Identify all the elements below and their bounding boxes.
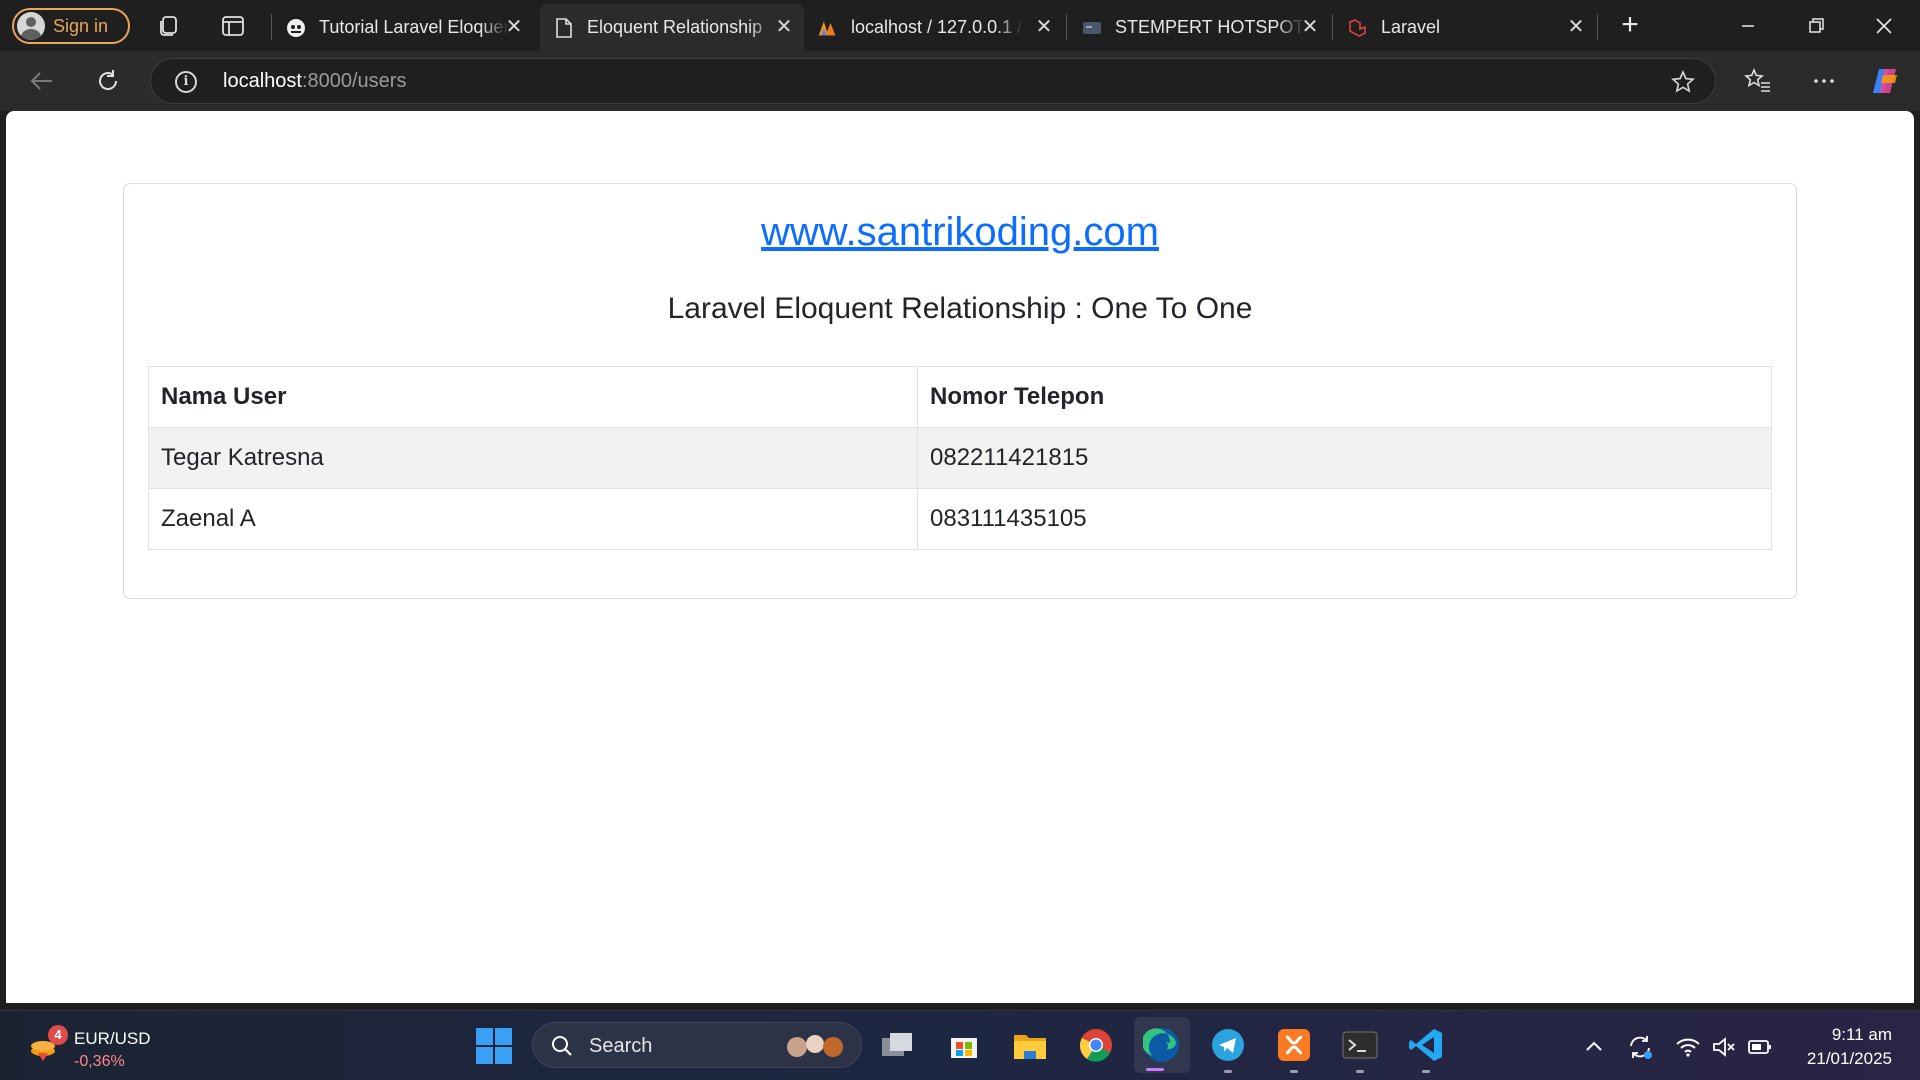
notification-badge: 4 bbox=[48, 1025, 68, 1045]
close-tab-icon[interactable]: ✕ bbox=[504, 17, 524, 37]
search-highlight-icon bbox=[787, 1035, 843, 1057]
tab-phpmyadmin[interactable]: localhost / 127.0.0.1 / ✕ bbox=[804, 4, 1064, 51]
tab-laravel[interactable]: Laravel ✕ bbox=[1334, 4, 1596, 51]
search-icon bbox=[552, 1036, 572, 1056]
tab-tutorial-laravel[interactable]: Tutorial Laravel Eloquent Relationship ✕ bbox=[272, 4, 534, 51]
tab-eloquent-relationship[interactable]: Eloquent Relationship ✕ bbox=[540, 4, 804, 51]
wifi-icon[interactable] bbox=[1674, 1033, 1702, 1061]
new-tab-icon[interactable]: + bbox=[1614, 10, 1646, 42]
tab-title: Eloquent Relationship bbox=[587, 17, 763, 37]
clock-date: 21/01/2025 bbox=[1806, 1049, 1892, 1068]
workspaces-icon[interactable] bbox=[156, 13, 182, 39]
xampp-icon[interactable] bbox=[1274, 1025, 1314, 1073]
table-row: Tegar Katresna 082211421815 bbox=[148, 427, 1772, 489]
copilot-icon[interactable] bbox=[1870, 65, 1902, 97]
cell-nomor-telepon: 083111435105 bbox=[917, 488, 1772, 550]
forex-pair-label: EUR/USD bbox=[74, 1029, 151, 1048]
tab-title: STEMPERT HOTSPOT bbox=[1115, 17, 1305, 37]
close-tab-icon[interactable]: ✕ bbox=[1300, 17, 1320, 37]
users-table: Nama User Nomor Telepon Tegar Katresna 0… bbox=[148, 366, 1772, 550]
cell-nama-user: Zaenal A bbox=[148, 488, 918, 550]
tab-title: Laravel bbox=[1381, 17, 1441, 37]
close-tab-icon[interactable]: ✕ bbox=[1566, 17, 1586, 37]
tab-title: Tutorial Laravel Eloquent Relationship bbox=[319, 17, 509, 37]
page-title: Laravel Eloquent Relationship : One To O… bbox=[667, 292, 1253, 325]
site-link[interactable]: www.santrikoding.com bbox=[124, 210, 1796, 255]
table-row: Zaenal A 083111435105 bbox=[148, 488, 1772, 550]
refresh-icon[interactable] bbox=[92, 65, 124, 97]
page-icon bbox=[554, 17, 574, 38]
browser-toolbar: i localhost:8000/users bbox=[0, 51, 1920, 111]
address-bar[interactable]: i localhost:8000/users bbox=[150, 58, 1716, 104]
page-viewport: www.santrikoding.com Laravel Eloquent Re… bbox=[6, 111, 1914, 1003]
edge-icon[interactable] bbox=[1134, 1017, 1190, 1073]
laravel-icon bbox=[1348, 18, 1368, 38]
cell-nomor-telepon: 082211421815 bbox=[917, 427, 1772, 489]
cell-nama-user: Tegar Katresna bbox=[148, 427, 918, 489]
content-card: www.santrikoding.com Laravel Eloquent Re… bbox=[123, 183, 1797, 599]
chrome-icon[interactable] bbox=[1076, 1025, 1116, 1065]
favorites-icon[interactable] bbox=[1742, 65, 1774, 97]
table-header-row: Nama User Nomor Telepon bbox=[148, 366, 1772, 428]
profile-avatar-icon bbox=[17, 12, 45, 40]
forex-widget[interactable]: 4 EUR/USD -0,36% bbox=[26, 1019, 196, 1073]
task-view-icon[interactable] bbox=[878, 1025, 918, 1065]
sign-in-label: Sign in bbox=[53, 15, 109, 36]
more-options-icon[interactable] bbox=[1808, 65, 1840, 97]
tab-strip: Sign in Tutorial Laravel Eloquent Relati… bbox=[0, 0, 1920, 51]
system-clock[interactable]: 9:11 am 21/01/2025 bbox=[1807, 1023, 1892, 1071]
restore-icon[interactable] bbox=[1796, 8, 1836, 44]
show-hidden-icons-icon[interactable] bbox=[1580, 1033, 1608, 1061]
phpmyadmin-icon bbox=[818, 18, 838, 38]
search-label: Search bbox=[589, 1035, 653, 1057]
clock-time: 9:11 am bbox=[1831, 1025, 1892, 1044]
terminal-icon[interactable] bbox=[1340, 1025, 1380, 1073]
windows-taskbar: 4 EUR/USD -0,36% Search 9:11 am 21/01/20… bbox=[0, 1010, 1920, 1080]
column-header-nama-user: Nama User bbox=[148, 366, 918, 428]
hotspot-icon bbox=[1082, 18, 1102, 38]
sign-in-button[interactable]: Sign in bbox=[12, 8, 130, 44]
battery-icon[interactable] bbox=[1746, 1033, 1774, 1061]
address-url[interactable]: localhost:8000/users bbox=[223, 70, 406, 93]
microsoft-store-icon[interactable] bbox=[944, 1025, 984, 1065]
santrikoding-icon bbox=[286, 18, 306, 38]
site-info-icon[interactable]: i bbox=[175, 71, 197, 93]
column-header-nomor-telepon: Nomor Telepon bbox=[917, 366, 1772, 428]
close-tab-icon[interactable]: ✕ bbox=[1034, 17, 1054, 37]
taskbar-search[interactable]: Search bbox=[532, 1022, 862, 1068]
telegram-icon[interactable] bbox=[1208, 1025, 1248, 1073]
vertical-tabs-icon[interactable] bbox=[220, 13, 246, 39]
forex-change-label: -0,36% bbox=[74, 1053, 125, 1070]
sync-icon[interactable] bbox=[1626, 1033, 1654, 1061]
windows-start-icon[interactable] bbox=[476, 1028, 512, 1064]
minimize-icon[interactable] bbox=[1728, 8, 1768, 44]
close-window-icon[interactable] bbox=[1864, 8, 1904, 44]
back-icon[interactable] bbox=[26, 65, 58, 97]
vscode-icon[interactable] bbox=[1406, 1025, 1446, 1073]
add-favorite-star-icon[interactable] bbox=[1671, 70, 1695, 94]
close-tab-icon[interactable]: ✕ bbox=[774, 17, 794, 37]
speaker-muted-icon[interactable] bbox=[1710, 1033, 1738, 1061]
tab-stempert-hotspot[interactable]: STEMPERT HOTSPOT ✕ bbox=[1068, 4, 1330, 51]
tab-title: localhost / 127.0.0.1 / bbox=[851, 17, 1023, 37]
file-explorer-icon[interactable] bbox=[1010, 1025, 1050, 1065]
